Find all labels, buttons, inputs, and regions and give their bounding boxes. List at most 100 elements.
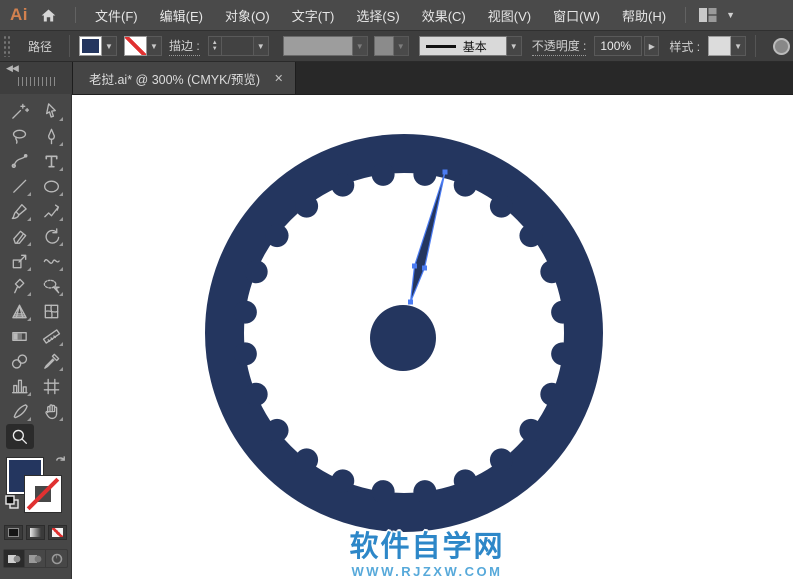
line-tool[interactable] xyxy=(6,174,34,199)
anchor-point[interactable] xyxy=(408,299,413,305)
artboard-tool[interactable] xyxy=(38,374,66,399)
clock-tick-bump xyxy=(265,224,289,248)
anchor-point[interactable] xyxy=(442,169,448,175)
brush-definition-field[interactable]: 基本 xyxy=(418,36,507,56)
color-button[interactable] xyxy=(4,525,23,540)
clock-hub[interactable] xyxy=(370,305,436,371)
menu-item-1[interactable]: 文件(F) xyxy=(84,0,149,30)
clock-tick-bump xyxy=(233,342,257,366)
toolbar-grip[interactable] xyxy=(18,77,56,86)
graph-tool[interactable] xyxy=(6,374,34,399)
watermark: 软件自学网 WWW.RJZXW.COM xyxy=(349,531,505,579)
perspective-grid-tool[interactable] xyxy=(6,299,34,324)
clock-tick-bump xyxy=(413,480,437,504)
eraser-tool[interactable] xyxy=(6,224,34,249)
close-tab-icon[interactable]: ✕ xyxy=(274,72,283,85)
clock-tick-bump xyxy=(331,469,355,493)
draw-normal-button[interactable] xyxy=(4,550,25,567)
opacity-input[interactable]: 100% xyxy=(594,36,643,56)
clock-tick-bump xyxy=(540,260,564,284)
clock-tick-bump xyxy=(551,342,575,366)
workspace-switcher-button[interactable]: ▼ xyxy=(698,7,735,23)
anchor-point[interactable] xyxy=(412,263,417,269)
document-tab-title: 老挝.ai* @ 300% (CMYK/预览) xyxy=(89,72,261,87)
hand-tool[interactable] xyxy=(38,399,66,424)
opacity-label[interactable]: 不透明度 : xyxy=(531,37,587,56)
default-fill-stroke-icon[interactable] xyxy=(4,495,20,515)
style-swatch[interactable] xyxy=(708,36,732,56)
illustrator-logo: Ai xyxy=(10,5,28,24)
menu-item-2[interactable]: 编辑(E) xyxy=(149,0,214,30)
magic-wand-tool[interactable] xyxy=(6,99,34,124)
style-label: 样式 : xyxy=(669,39,701,54)
menu-item-4[interactable]: 文字(T) xyxy=(281,0,346,30)
brush-definition-dropdown[interactable]: ▼ xyxy=(506,36,522,56)
clock-artwork[interactable] xyxy=(72,95,793,579)
menu-item-8[interactable]: 窗口(W) xyxy=(542,0,611,30)
style-dropdown[interactable]: ▼ xyxy=(731,36,747,56)
artboard-canvas[interactable]: 软件自学网 WWW.RJZXW.COM xyxy=(72,94,793,579)
clock-tick-bump xyxy=(413,162,437,186)
menu-item-3[interactable]: 对象(O) xyxy=(214,0,281,30)
menu-item-7[interactable]: 视图(V) xyxy=(477,0,542,30)
zoom-tool[interactable] xyxy=(5,424,34,449)
stroke-well[interactable] xyxy=(24,476,61,512)
stroke-weight-label[interactable]: 描边 : xyxy=(169,37,200,56)
lasso-tool[interactable] xyxy=(6,124,34,149)
home-icon[interactable] xyxy=(40,7,57,24)
brush-swatch-dropdown: ▼ xyxy=(393,36,409,56)
eyedropper-tool[interactable] xyxy=(38,349,66,374)
watermark-title: 软件自学网 xyxy=(349,531,505,563)
fill-color-swatch[interactable] xyxy=(79,36,103,56)
draw-behind-button[interactable] xyxy=(25,550,46,567)
mesh-tool[interactable] xyxy=(38,299,66,324)
scale-tool[interactable] xyxy=(6,249,34,274)
clock-needle-path[interactable] xyxy=(409,171,446,303)
opacity-expand-button[interactable]: ▶ xyxy=(644,36,660,56)
width-tool[interactable] xyxy=(38,249,66,274)
control-panel-menu-icon[interactable] xyxy=(773,37,791,55)
puppet-warp-tool[interactable] xyxy=(6,274,34,299)
clock-tick-bump xyxy=(295,194,319,218)
live-paint-selection-tool[interactable] xyxy=(38,274,66,299)
clock-tick-bump xyxy=(453,173,477,197)
clock-tick-bump xyxy=(295,448,319,472)
pen-tool[interactable] xyxy=(38,124,66,149)
draw-inside-button[interactable] xyxy=(46,550,67,567)
watermark-url: WWW.RJZXW.COM xyxy=(351,564,503,579)
color-mode-buttons xyxy=(4,525,67,540)
paintbrush-tool[interactable] xyxy=(6,199,34,224)
rotate-tool[interactable] xyxy=(38,224,66,249)
menu-item-9[interactable]: 帮助(H) xyxy=(611,0,677,30)
menu-item-5[interactable]: 选择(S) xyxy=(345,0,410,30)
curvature-tool[interactable] xyxy=(6,149,34,174)
brush-stroke-preview xyxy=(425,44,456,48)
ellipse-tool[interactable] xyxy=(38,174,66,199)
stroke-weight-stepper[interactable]: ▲ ▼ xyxy=(207,36,222,56)
gradient-tool[interactable] xyxy=(6,324,34,349)
stroke-weight-value[interactable] xyxy=(221,36,254,56)
shaper-tool[interactable] xyxy=(38,199,66,224)
knife-tool[interactable] xyxy=(6,399,34,424)
selection-type-label: 路径 xyxy=(28,39,53,54)
chevron-down-icon: ▼ xyxy=(726,10,735,20)
stroke-color-dropdown[interactable]: ▼ xyxy=(147,36,163,56)
stroke-color-swatch-none[interactable] xyxy=(124,36,148,56)
panel-grip[interactable] xyxy=(3,35,12,57)
stroke-weight-dropdown[interactable]: ▼ xyxy=(253,36,269,56)
none-button[interactable] xyxy=(48,525,67,540)
direct-selection-tool[interactable] xyxy=(38,99,66,124)
type-tool[interactable] xyxy=(38,149,66,174)
menu-bar: Ai 文件(F) 编辑(E) 对象(O) 文字(T) 选择(S) 效果(C) 视图(V) 窗口… xyxy=(0,0,793,30)
collapse-panel-icon[interactable]: ◀◀ xyxy=(6,63,19,74)
fill-color-dropdown[interactable]: ▼ xyxy=(102,36,118,56)
blend-tool[interactable] xyxy=(6,349,34,374)
gradient-button[interactable] xyxy=(26,525,45,540)
swap-fill-stroke-icon[interactable] xyxy=(54,455,67,473)
menu-item-6[interactable]: 效果(C) xyxy=(411,0,477,30)
measure-tool[interactable] xyxy=(38,324,66,349)
document-tab[interactable]: 老挝.ai* @ 300% (CMYK/预览) ✕ xyxy=(72,62,297,94)
clock-tick-bump xyxy=(489,448,513,472)
fill-stroke-wells xyxy=(4,455,67,517)
anchor-point[interactable] xyxy=(422,265,427,271)
